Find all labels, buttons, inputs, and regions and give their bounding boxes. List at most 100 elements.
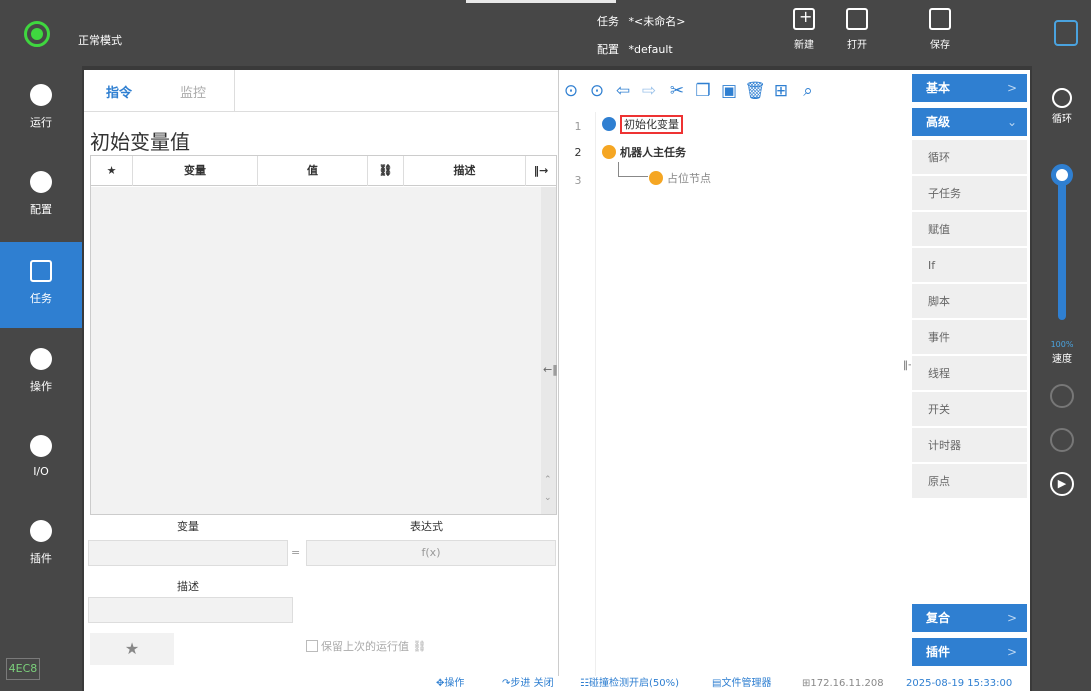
line-number: 3	[574, 174, 582, 187]
status-operate[interactable]: ✥ 操作	[436, 676, 464, 691]
status-step-label: 步进 关闭	[510, 678, 554, 689]
description-field-label: 描述	[177, 580, 199, 593]
description-input[interactable]	[88, 597, 293, 623]
favorite-column-header[interactable]: ★	[91, 156, 133, 186]
status-file-manager[interactable]: ▤ 文件管理器	[712, 676, 771, 691]
status-operate-label: 操作	[444, 678, 465, 689]
tree-node-placeholder[interactable]: 占位节点	[649, 170, 711, 186]
new-file-icon: +	[793, 7, 815, 30]
sidebar-item-run[interactable]: 运行	[0, 66, 82, 152]
variable-input[interactable]	[88, 540, 288, 566]
chevron-down-icon: ⌄	[1006, 115, 1017, 129]
tree-node-robot-main[interactable]: 机器人主任务	[602, 144, 686, 160]
favorite-button[interactable]: ★	[90, 633, 174, 665]
loop-label: 循环	[1052, 114, 1072, 125]
loop-toggle[interactable]: 循环	[1042, 88, 1082, 125]
command-timer[interactable]: 计时器	[912, 428, 1027, 463]
sidebar-item-config[interactable]: 配置	[0, 153, 82, 239]
step-button[interactable]	[1050, 384, 1074, 408]
command-script[interactable]: 脚本	[912, 284, 1027, 319]
sidebar-item-plugin[interactable]: 插件	[0, 502, 82, 588]
table-scrollbar[interactable]: ⌃ ⌄	[541, 187, 556, 514]
category-composite[interactable]: 复合 >	[912, 604, 1027, 632]
speed-slider-track[interactable]	[1058, 170, 1066, 320]
status-step[interactable]: ↷ 步进 关闭	[502, 676, 554, 691]
command-event[interactable]: 事件	[912, 320, 1027, 355]
tab-instruction[interactable]: 指令	[106, 82, 132, 101]
config-name: *default	[628, 43, 673, 56]
category-advanced-label: 高级	[926, 115, 951, 129]
tree-toolbar: ⊙ ⊙ ⇦ ⇨ ✂ ❐ ▣ 🗑 ⊞ ⌕	[560, 80, 910, 104]
variable-column-header[interactable]: 变量	[133, 156, 258, 186]
cut-icon[interactable]: ✂	[666, 80, 688, 102]
open-button[interactable]: 打开	[827, 8, 887, 51]
version-badge: 4EC8	[6, 658, 40, 680]
tree-node-label: 初始化变量	[620, 115, 683, 134]
save-icon	[929, 8, 951, 30]
copy-icon[interactable]: ❐	[692, 80, 714, 102]
sidebar-item-task[interactable]: 任务	[0, 242, 82, 328]
status-collision[interactable]: ☷ 碰撞检测开启(50%)	[580, 676, 679, 691]
sidebar-item-label: 操作	[30, 380, 52, 393]
line-number: 2	[574, 146, 582, 159]
plugin-cube-icon	[30, 520, 52, 542]
category-plugin[interactable]: 插件 >	[912, 638, 1027, 666]
category-advanced[interactable]: 高级 ⌄	[912, 108, 1027, 136]
tab-monitor[interactable]: 监控	[180, 82, 206, 101]
keep-last-value-option[interactable]: 保留上次的运行值 ⛓	[306, 638, 426, 654]
category-plugin-label: 插件	[926, 645, 951, 659]
tree-node-init-variables[interactable]: 初始化变量	[602, 115, 683, 134]
speed-slider-handle[interactable]	[1051, 164, 1073, 186]
variable-field-label: 变量	[177, 520, 199, 533]
new-button[interactable]: + 新建	[774, 7, 834, 51]
value-column-header[interactable]: 值	[258, 156, 368, 186]
config-label: 配置	[597, 43, 619, 56]
move-arrows-icon	[30, 348, 52, 370]
scroll-down-icon[interactable]: ⌄	[544, 493, 552, 503]
sidebar-item-label: I/O	[33, 465, 49, 478]
command-thread[interactable]: 线程	[912, 356, 1027, 391]
undo-icon[interactable]: ⇦	[612, 80, 634, 102]
mode-status-icon	[24, 21, 50, 47]
save-button[interactable]: 保存	[910, 8, 970, 51]
paste-icon[interactable]: ▣	[718, 80, 740, 102]
top-bar: 正常模式 任务 *<未命名> 配置 *default + 新建 打开 保存	[0, 0, 1091, 66]
status-ip: ⊞ 172.16.11.208	[802, 678, 884, 689]
top-indicator	[466, 0, 616, 3]
suppress-icon[interactable]: ⊞	[770, 80, 792, 102]
move-up-icon[interactable]: ⊙	[560, 80, 582, 102]
link-icon: ⛓	[412, 640, 427, 653]
collapse-panel-handle[interactable]: ←‖	[543, 363, 558, 376]
search-icon[interactable]: ⌕	[797, 80, 819, 102]
description-column-header[interactable]: 描述	[404, 156, 526, 186]
expression-input[interactable]: f(x)	[306, 540, 556, 566]
run-icon	[30, 84, 52, 106]
keep-value-checkbox[interactable]	[306, 640, 318, 652]
play-button[interactable]: ▶	[1050, 472, 1074, 496]
expand-columns-button[interactable]: ‖→	[526, 156, 556, 186]
variable-table-body[interactable]	[91, 187, 541, 514]
command-assign[interactable]: 赋值	[912, 212, 1027, 247]
command-if[interactable]: If	[912, 248, 1027, 283]
command-switch[interactable]: 开关	[912, 392, 1027, 427]
panel-divider	[558, 70, 559, 676]
sidebar-item-io[interactable]: I/O	[0, 417, 82, 503]
category-basic[interactable]: 基本 >	[912, 74, 1027, 102]
command-home[interactable]: 原点	[912, 464, 1027, 499]
sidebar-item-label: 插件	[30, 552, 52, 565]
link-column-header[interactable]: ⛓	[368, 156, 404, 186]
collapse-node-icon	[602, 145, 616, 159]
left-sidebar: 运行 配置 任务 操作 I/O 插件	[0, 66, 82, 691]
sidebar-item-operate[interactable]: 操作	[0, 330, 82, 416]
expand-right-icon: ‖→	[533, 164, 549, 177]
stop-button[interactable]	[1050, 428, 1074, 452]
scroll-up-icon[interactable]: ⌃	[544, 475, 552, 485]
delete-icon[interactable]: 🗑	[744, 80, 766, 102]
expression-field-label: 表达式	[410, 520, 443, 533]
command-subtask[interactable]: 子任务	[912, 176, 1027, 211]
redo-icon[interactable]: ⇨	[638, 80, 660, 102]
line-number-gutter: 1 2 3	[560, 112, 596, 676]
move-down-icon[interactable]: ⊙	[586, 80, 608, 102]
command-loop[interactable]: 循环	[912, 140, 1027, 175]
io-arrows-icon	[30, 435, 52, 457]
